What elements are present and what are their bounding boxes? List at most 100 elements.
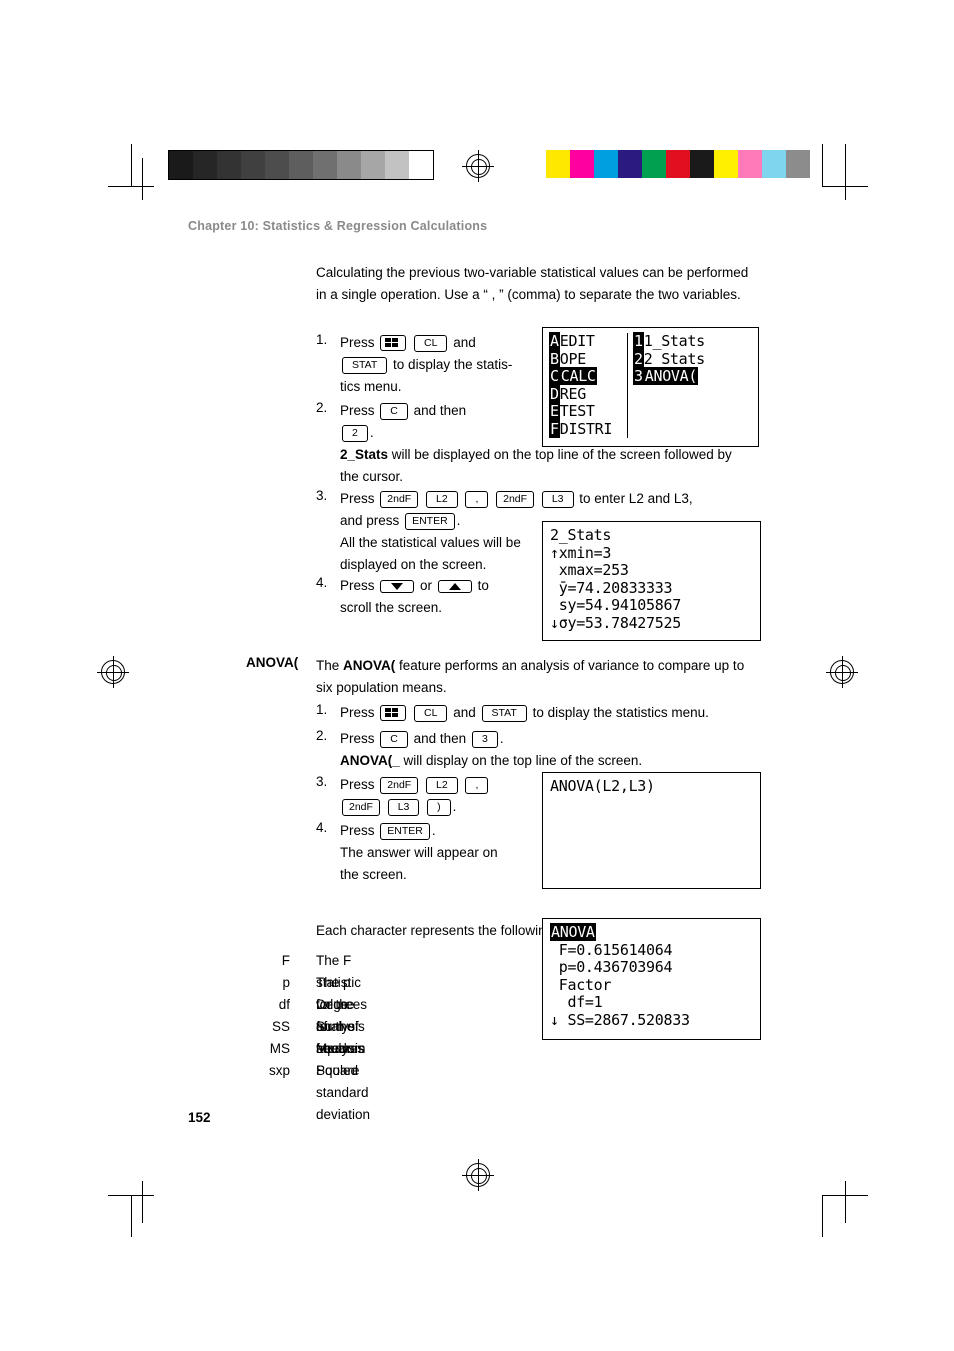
color-swatch	[738, 150, 762, 178]
anova-keyword: ANOVA(_	[340, 753, 400, 768]
step-number-2: 2.	[316, 400, 328, 415]
stat-menu-item-reg[interactable]: DREG	[549, 384, 623, 404]
stat-submenu-item-anova[interactable]: 3 ANOVA(	[633, 367, 705, 386]
anova-step-2-text: Press C and then 3. ANOVA(_ will display…	[340, 728, 760, 772]
crop-mark-top-left-h	[108, 186, 154, 187]
color-swatch	[289, 151, 313, 179]
step-3-tail2-pre: and press	[340, 513, 400, 528]
step-4-or-label: or	[420, 578, 433, 593]
anova-step-2-note: will display on the top line of the scre…	[399, 753, 643, 768]
key-l2-2[interactable]: L2	[425, 776, 458, 794]
step-2-and-label: and then	[413, 403, 467, 418]
anova-result-line-2: p=0.436703964	[550, 958, 673, 976]
anova-step-2-and: and then	[413, 731, 467, 746]
key-comma-2[interactable]: ,	[465, 776, 489, 794]
key-c[interactable]: C	[380, 402, 408, 420]
two-stats-line-3: ȳ=74.20833333	[550, 578, 673, 597]
key-stat[interactable]: STAT	[342, 356, 388, 374]
step-2-press-label: Press	[340, 403, 375, 418]
step-1-press-label: Press	[340, 335, 375, 350]
two-stats-line-5: ↓σy=53.78427525	[550, 613, 681, 632]
lcd-stat-menu: AEDIT BOPE C CALC DREG ETEST FDISTRI 11_S…	[542, 327, 759, 447]
key-l2[interactable]: L2	[425, 490, 458, 508]
step-4-press-label: Press	[340, 578, 375, 593]
key-l3-2[interactable]: L3	[387, 798, 420, 816]
color-swatch	[786, 150, 810, 178]
key-cl-2[interactable]: CL	[414, 704, 448, 722]
lcd-anova-entry: ANOVA(L2,L3)	[542, 772, 761, 889]
anova-term-label: ANOVA(	[246, 655, 299, 670]
crop-mark-top-left-v	[131, 144, 132, 186]
key-c-2[interactable]: C	[380, 730, 408, 748]
key-enter-2[interactable]: ENTER	[380, 822, 430, 840]
stat-submenu-item-2-stats[interactable]: 22_Stats	[633, 349, 705, 369]
key-3[interactable]: 3	[471, 730, 498, 748]
variable-key-df: df	[278, 997, 290, 1012]
key-2ndf-3[interactable]: 2ndF	[380, 776, 419, 794]
grid-icon-2[interactable]	[380, 705, 407, 722]
anova-result-line-1: F=0.615614064	[550, 940, 673, 959]
step-4-text: Press or to scroll the screen.	[340, 575, 530, 619]
two-stats-keyword: 2_Stats	[340, 447, 389, 462]
stat-menu-right-column: 11_Stats 22_Stats 3 ANOVA(	[627, 332, 705, 438]
anova-step-1-tail: to display the statistics menu.	[532, 705, 709, 720]
step-1-tail: to display the statis-	[393, 357, 513, 372]
anova-step-2-press-label: Press	[340, 731, 375, 746]
step-4-tail: to	[477, 578, 489, 593]
anova-step-number-3: 3.	[316, 774, 328, 789]
stat-menu-item-edit[interactable]: AEDIT	[549, 332, 623, 351]
page: Chapter 10: Statistics & Regression Calc…	[0, 0, 954, 1351]
anova-step-4-period: .	[431, 823, 436, 838]
anova-result-line-4: df=1	[550, 993, 603, 1011]
crop-mark-bottom-right-v	[822, 1195, 823, 1237]
step-2-note: will be displayed on the top line of the…	[340, 447, 732, 484]
key-cl[interactable]: CL	[414, 334, 448, 352]
key-close-paren[interactable]: )	[427, 798, 451, 816]
step-number-1: 1.	[316, 332, 328, 347]
anova-step-number-4: 4.	[316, 820, 328, 835]
two-stats-line-2: xmax=253	[550, 561, 629, 579]
variable-key-ss: SS	[271, 1019, 290, 1034]
lcd-anova-result: ANOVA F=0.615614064 p=0.436703964 Factor…	[542, 918, 761, 1040]
anova-result-line-5: ↓ SS=2867.520833	[550, 1010, 690, 1029]
crop-mark-top-right-v	[822, 144, 823, 186]
registration-mark-top	[462, 150, 494, 182]
anova-step-number-1: 1.	[316, 702, 328, 717]
crop-mark-top-left-v2	[142, 158, 143, 200]
key-2[interactable]: 2	[342, 424, 368, 442]
intro-paragraph: Calculating the previous two-variable st…	[316, 265, 749, 302]
anova-step-1-and: and	[453, 705, 476, 720]
color-swatch	[361, 151, 385, 179]
anova-step-number-2: 2.	[316, 728, 328, 743]
two-stats-line-0: 2_Stats	[550, 526, 612, 544]
anova-step-3-text: Press 2ndF L2 , 2ndF L3 ).	[340, 774, 530, 818]
crop-mark-bottom-left-h	[108, 1195, 154, 1196]
lcd-two-stats-result: 2_Stats ↑xmin=3 xmax=253 ȳ=74.20833333 s…	[542, 521, 761, 641]
up-arrow-icon[interactable]	[437, 579, 472, 593]
stat-menu-left-column: AEDIT BOPE C CALC DREG ETEST FDISTRI	[549, 332, 623, 439]
stat-menu-item-calc[interactable]: C CALC	[549, 367, 623, 386]
key-enter[interactable]: ENTER	[405, 512, 455, 530]
process-color-bar	[546, 150, 810, 178]
key-2ndf-4[interactable]: 2ndF	[342, 798, 380, 816]
step-2-period: .	[369, 425, 374, 440]
key-stat-2[interactable]: STAT	[481, 704, 527, 722]
key-l3[interactable]: L3	[541, 490, 574, 508]
stat-menu-item-test[interactable]: ETEST	[549, 402, 623, 421]
color-swatch	[241, 151, 265, 179]
color-swatch	[618, 150, 642, 178]
page-number: 152	[188, 1110, 211, 1125]
stat-submenu-item-1-stats[interactable]: 11_Stats	[633, 332, 705, 351]
down-arrow-icon[interactable]	[380, 579, 415, 593]
grid-icon[interactable]	[380, 335, 407, 352]
variable-key-p: p	[282, 975, 290, 990]
stat-menu-item-distri[interactable]: FDISTRI	[549, 419, 623, 439]
color-swatch	[169, 151, 193, 179]
key-comma[interactable]: ,	[465, 490, 489, 508]
registration-mark-left	[97, 656, 129, 688]
stat-menu-item-ope[interactable]: BOPE	[549, 349, 623, 369]
color-swatch	[313, 151, 337, 179]
step-4-tail2: scroll the screen.	[340, 600, 443, 615]
key-2ndf-2[interactable]: 2ndF	[496, 490, 535, 508]
key-2ndf[interactable]: 2ndF	[380, 490, 419, 508]
